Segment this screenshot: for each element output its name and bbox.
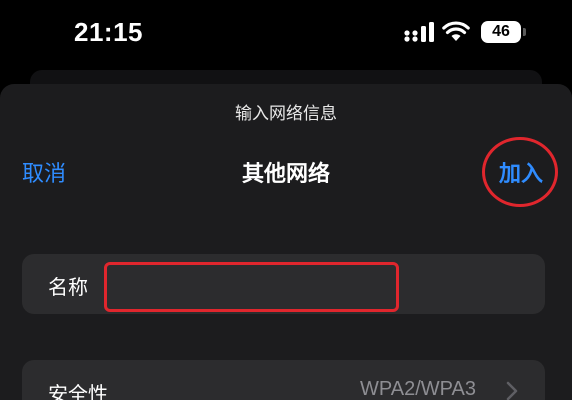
battery-level: 46 (492, 23, 510, 40)
screen: 21:15 46 输入网络信息 取消 其他网络 加入 名称 安全性 WPA2/W (0, 0, 572, 400)
chevron-right-icon (506, 381, 518, 400)
sheet-prompt: 输入网络信息 (235, 104, 337, 124)
join-annotation-circle (482, 137, 558, 207)
security-value: WPA2/WPA3 (360, 378, 476, 400)
signal-icon (404, 22, 434, 42)
battery-icon: 46 (481, 21, 521, 43)
battery-nub (523, 28, 526, 36)
modal-sheet (0, 84, 572, 400)
security-label: 安全性 (48, 382, 108, 400)
name-label: 名称 (48, 275, 88, 299)
network-name-input[interactable] (104, 262, 399, 312)
cancel-button[interactable]: 取消 (22, 156, 66, 188)
status-bar: 21:15 46 (0, 0, 572, 70)
status-time: 21:15 (74, 17, 143, 47)
wifi-icon (442, 21, 470, 41)
